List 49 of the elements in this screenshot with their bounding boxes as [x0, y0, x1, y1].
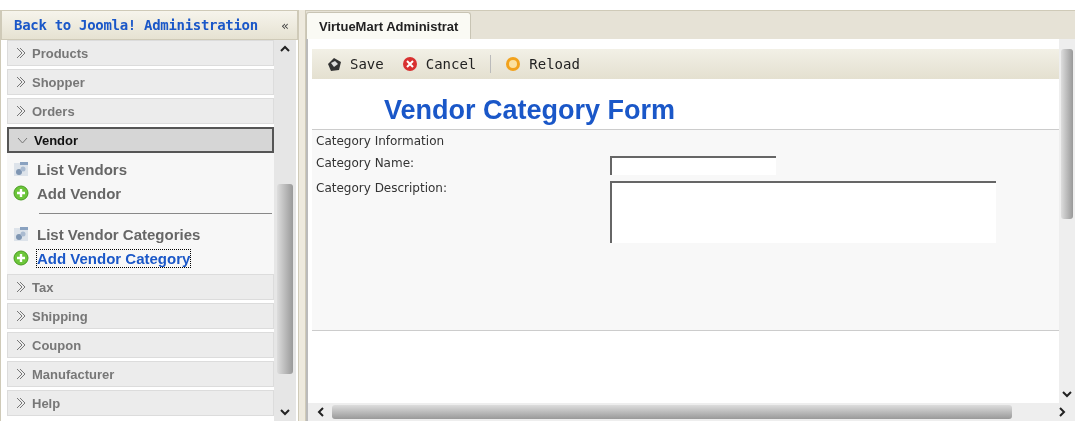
menu-section-header[interactable]: Manufacturer — [7, 361, 274, 387]
menu-section-header[interactable]: Shopper — [7, 69, 274, 95]
back-link[interactable]: Back to Joomla! Administration — [14, 17, 258, 33]
list-icon — [13, 226, 29, 242]
text-area[interactable] — [610, 181, 996, 243]
toolbar-button[interactable]: Save — [326, 56, 384, 72]
field-label: Category Description: — [316, 181, 448, 195]
chevron-right-icon[interactable] — [1057, 406, 1067, 418]
chevron-up-icon[interactable] — [279, 44, 291, 54]
text-field[interactable] — [610, 156, 776, 175]
menu-section-header[interactable]: Tax — [7, 274, 274, 300]
collapse-button[interactable]: « — [281, 17, 289, 33]
double-chevron-icon — [16, 105, 26, 117]
menu-link[interactable]: Add Vendor — [37, 184, 122, 202]
vertical-scrollbar[interactable] — [274, 40, 296, 421]
form-title: Vendor Category Form — [383, 94, 677, 127]
menu-link[interactable]: List Vendor Categories — [37, 225, 201, 243]
menu-link[interactable]: List Vendors — [37, 160, 128, 178]
menu-section-header[interactable]: Shipping — [7, 303, 274, 329]
toolbar-button[interactable]: Cancel — [401, 56, 477, 72]
chevron-down-icon[interactable] — [279, 407, 291, 417]
menu-section-header[interactable]: Vendor — [7, 127, 274, 153]
menu-section-header[interactable]: Help — [7, 390, 274, 416]
menu-section-header[interactable]: Coupon — [7, 332, 274, 358]
splitter-handle[interactable] — [298, 10, 306, 421]
chevron-down-icon — [17, 135, 28, 145]
menu-section-header[interactable]: Products — [7, 40, 274, 66]
horizontal-scrollbar[interactable] — [308, 403, 1075, 421]
plus-icon — [13, 250, 29, 266]
double-chevron-icon — [16, 281, 26, 293]
plus-icon — [13, 185, 29, 201]
double-chevron-icon — [16, 397, 26, 409]
menu-link[interactable]: Add Vendor Category — [37, 249, 191, 267]
vertical-scrollbar[interactable] — [1059, 39, 1075, 403]
double-chevron-icon — [16, 310, 26, 322]
tab[interactable]: VirtueMart Administrat — [306, 12, 472, 39]
double-chevron-icon — [16, 47, 26, 59]
chevron-left-icon[interactable] — [316, 406, 326, 418]
list-icon — [13, 161, 29, 177]
double-chevron-icon — [16, 76, 26, 88]
chevron-down-icon[interactable] — [1061, 389, 1073, 399]
section-heading: Category Information — [316, 134, 446, 150]
field-label: Category Name: — [316, 156, 416, 170]
toolbar-button[interactable]: Reload — [505, 56, 580, 72]
double-chevron-icon — [16, 368, 26, 380]
double-chevron-icon — [16, 339, 26, 351]
cancel-icon — [401, 56, 418, 72]
menu-section-header[interactable]: Orders — [7, 98, 274, 124]
reload-icon — [505, 56, 522, 72]
